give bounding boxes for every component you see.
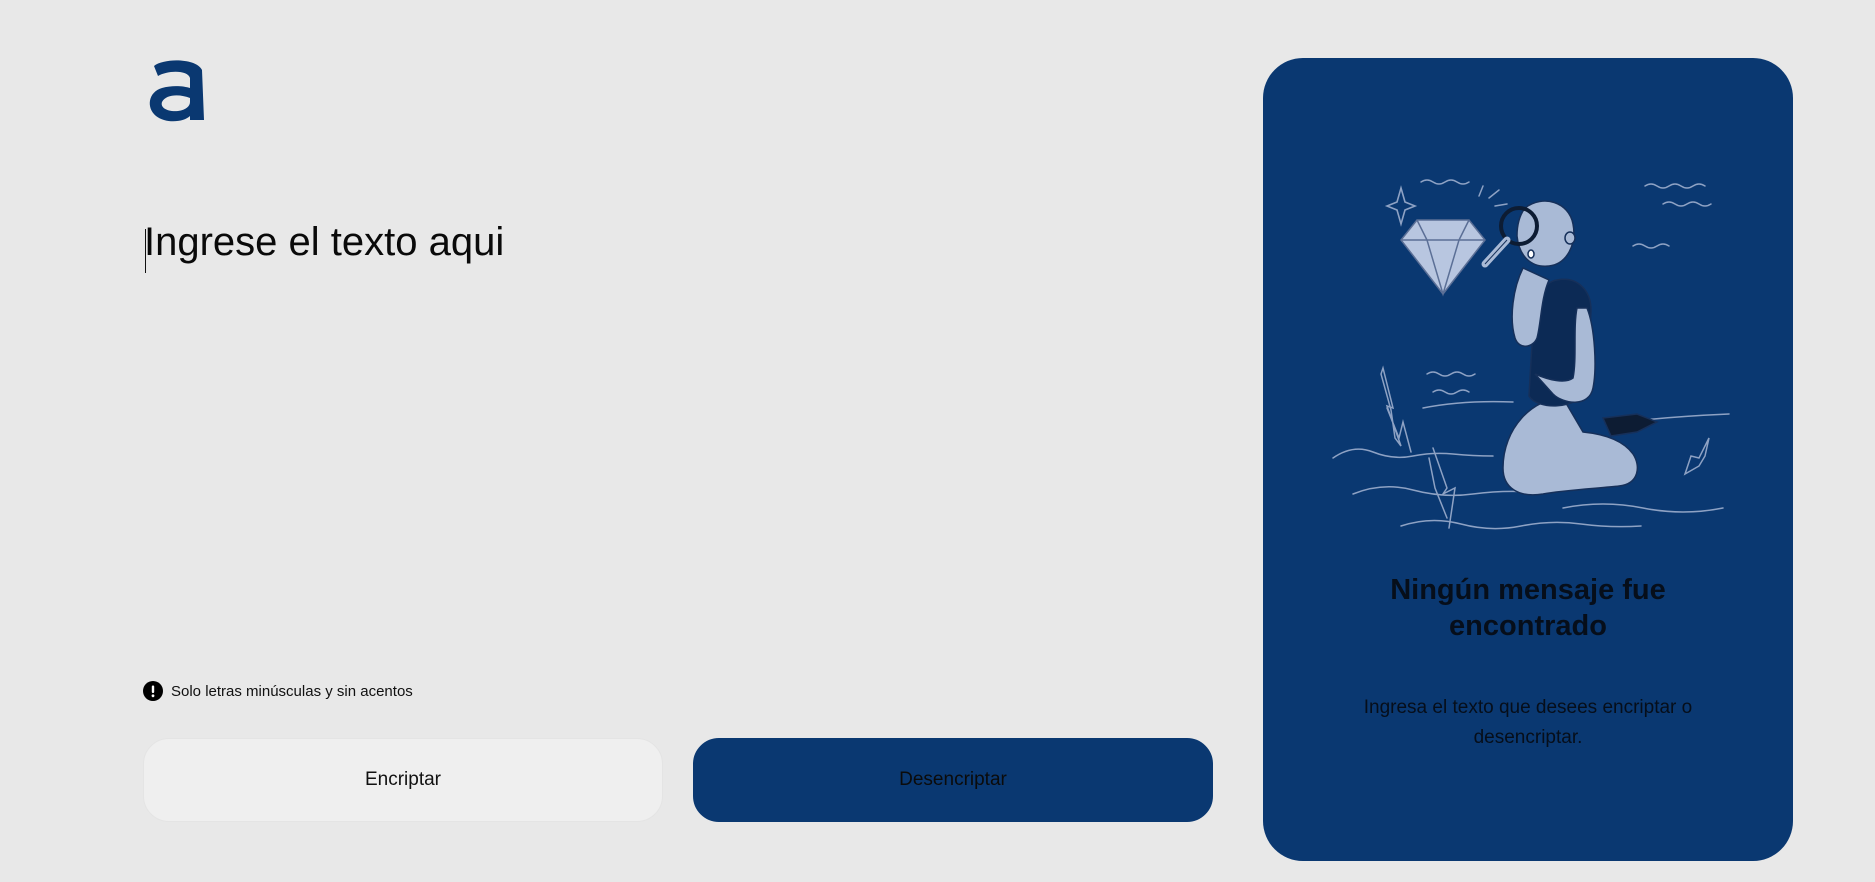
alura-a-logo-icon bbox=[149, 60, 204, 122]
input-hint: Solo letras minúsculas y sin acentos bbox=[143, 681, 413, 701]
encrypt-button-label: Encriptar bbox=[364, 769, 442, 790]
person-with-magnifying-glass-illustration bbox=[1332, 179, 1730, 530]
message-input[interactable] bbox=[144, 220, 1214, 640]
decrypt-button-label: Desencriptar bbox=[899, 769, 1007, 790]
output-panel: Ningún mensaje fue encontrado Ingresa el… bbox=[1263, 58, 1793, 861]
hint-text: Solo letras minúsculas y sin acentos bbox=[171, 682, 413, 700]
exclamation-circle-icon bbox=[143, 681, 163, 701]
empty-state-title: Ningún mensaje fue encontrado bbox=[1390, 574, 1666, 642]
empty-state-description: Ingresa el texto que desees encriptar o … bbox=[1363, 697, 1693, 748]
decrypt-button[interactable]: Desencriptar bbox=[693, 738, 1213, 822]
alura-logo bbox=[144, 56, 212, 124]
encrypt-button[interactable]: Encriptar bbox=[143, 738, 663, 822]
text-caret bbox=[145, 229, 146, 273]
